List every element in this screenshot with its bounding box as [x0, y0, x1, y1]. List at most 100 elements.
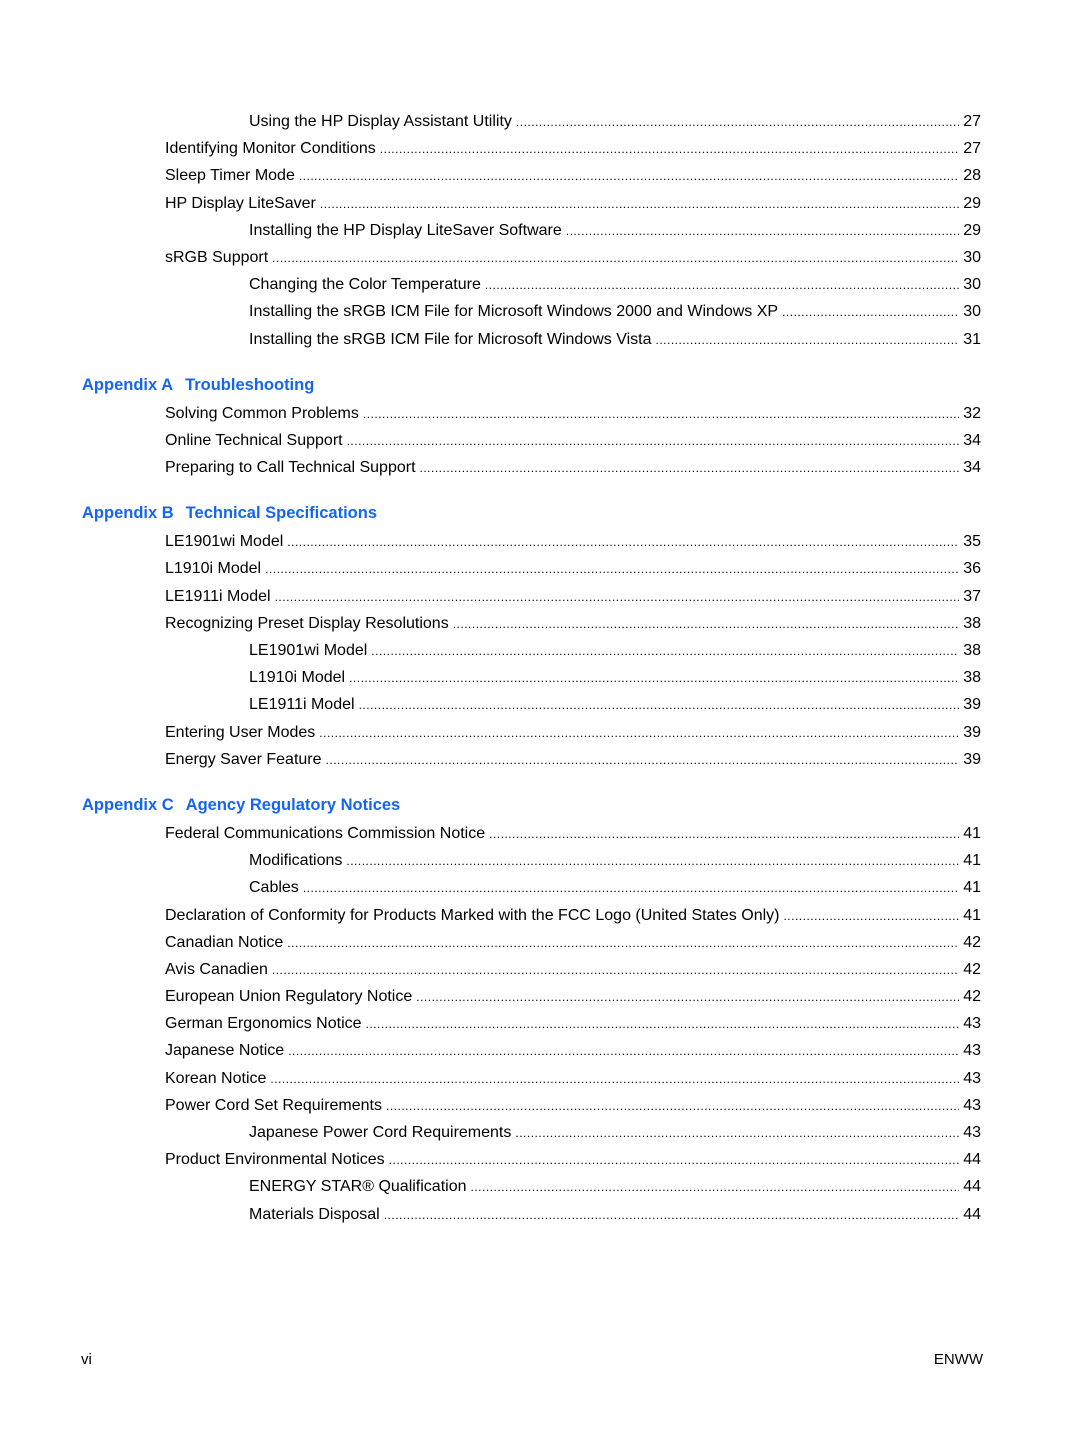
toc-entry-title: LE1901wi Model	[165, 533, 284, 551]
toc-entry[interactable]: German Ergonomics Notice 43	[0, 1010, 981, 1037]
toc-entry-page: 37	[963, 587, 981, 605]
toc-entry[interactable]: Canadian Notice 42	[0, 929, 981, 956]
toc-entry-title: Canadian Notice	[165, 933, 284, 951]
toc-entry[interactable]: Korean Notice 43	[0, 1065, 981, 1092]
toc-entry-page: 43	[963, 1124, 981, 1141]
toc-entry-page: 38	[963, 642, 981, 659]
toc-entry[interactable]: LE1901wi Model 38	[0, 637, 981, 664]
toc-entry[interactable]: Power Cord Set Requirements 43	[0, 1092, 981, 1119]
toc-entry-page: 27	[963, 140, 981, 158]
toc-entry[interactable]: Japanese Notice 43	[0, 1037, 981, 1064]
toc-entry-title: German Ergonomics Notice	[165, 1015, 362, 1033]
dot-leader	[288, 1038, 959, 1065]
toc-entry[interactable]: Identifying Monitor Conditions 27	[0, 135, 981, 162]
appendix-heading[interactable]: Appendix C Agency Regulatory Notices	[0, 791, 1080, 820]
dot-leader	[275, 584, 960, 611]
toc-entry[interactable]: Modifications 41	[0, 847, 981, 874]
toc-entry-page: 31	[963, 330, 981, 348]
dot-leader	[359, 692, 960, 719]
appendix-label: Appendix A	[82, 375, 174, 394]
dot-leader	[371, 638, 959, 665]
dot-leader	[303, 875, 959, 902]
toc-entry-page: 41	[963, 879, 981, 897]
footer-page-number: vi	[81, 1351, 92, 1368]
toc-entry-page: 29	[963, 221, 981, 239]
toc-entry-title: Declaration of Conformity for Products M…	[165, 906, 780, 924]
toc-entry[interactable]: Avis Canadien 42	[0, 956, 981, 983]
toc-entry-title: Federal Communications Commission Notice	[165, 824, 486, 842]
toc-entry[interactable]: ENERGY STAR® Qualification 44	[0, 1173, 981, 1200]
toc-entry-title: Japanese Power Cord Requirements	[249, 1124, 512, 1141]
toc-entry[interactable]: Sleep Timer Mode 28	[0, 162, 981, 189]
toc-entry[interactable]: Japanese Power Cord Requirements 43	[0, 1119, 981, 1146]
dot-leader	[287, 930, 959, 957]
toc-entry[interactable]: HP Display LiteSaver 29	[0, 190, 981, 217]
toc-entry-page: 38	[963, 669, 981, 687]
toc-entry[interactable]: Solving Common Problems 32	[0, 400, 981, 427]
toc-entry[interactable]: Cables 41	[0, 874, 981, 901]
toc-entry[interactable]: Declaration of Conformity for Products M…	[0, 902, 981, 929]
toc-entry-title: HP Display LiteSaver	[165, 194, 316, 212]
toc-entry-page: 39	[963, 723, 981, 741]
appendix-heading[interactable]: Appendix A Troubleshooting	[0, 371, 1080, 400]
dot-leader	[272, 957, 959, 984]
toc-entry[interactable]: LE1911i Model 37	[0, 583, 981, 610]
toc-entry-title: Changing the Color Temperature	[249, 276, 481, 294]
footer-doc-code: ENWW	[933, 1351, 983, 1368]
toc-entry[interactable]: Product Environmental Notices 44	[0, 1146, 981, 1173]
toc-entry[interactable]: Materials Disposal 44	[0, 1201, 981, 1228]
toc-entry[interactable]: Energy Saver Feature 39	[0, 746, 981, 773]
toc-entry-page: 41	[963, 852, 981, 870]
toc-entry-title: Energy Saver Feature	[165, 750, 322, 768]
toc-entry[interactable]: Online Technical Support 34	[0, 427, 981, 454]
toc-entry[interactable]: Installing the sRGB ICM File for Microso…	[0, 298, 981, 325]
toc-entry[interactable]: European Union Regulatory Notice 42	[0, 983, 981, 1010]
dot-leader	[326, 747, 960, 774]
toc-entry-title: Avis Canadien	[165, 960, 268, 978]
table-of-contents: Using the HP Display Assistant Utility 27…	[0, 108, 1080, 1228]
dot-leader	[349, 665, 959, 692]
toc-entry-page: 38	[963, 614, 981, 632]
toc-entry-page: 44	[963, 1205, 981, 1223]
dot-leader	[320, 191, 959, 218]
appendix-title: Technical Specifications	[185, 504, 378, 523]
toc-entry[interactable]: Preparing to Call Technical Support 34	[0, 454, 981, 481]
dot-leader	[471, 1174, 960, 1201]
toc-entry-title: Solving Common Problems	[165, 404, 359, 422]
toc-entry-title: Identifying Monitor Conditions	[165, 140, 376, 158]
toc-entry-page: 41	[963, 824, 981, 842]
dot-leader	[347, 428, 960, 455]
toc-entry-page: 35	[963, 533, 981, 551]
dot-leader	[386, 1093, 959, 1120]
toc-entry-page: 43	[963, 1069, 981, 1087]
dot-leader	[319, 720, 959, 747]
toc-entry[interactable]: sRGB Support 30	[0, 244, 981, 271]
toc-entry-title: LE1901wi Model	[249, 642, 368, 659]
dot-leader	[489, 821, 959, 848]
appendix-label: Appendix B	[82, 504, 174, 523]
toc-entry[interactable]: Changing the Color Temperature 30	[0, 271, 981, 298]
dot-leader	[265, 556, 959, 583]
toc-entry[interactable]: Installing the sRGB ICM File for Microso…	[0, 326, 981, 353]
toc-entry[interactable]: Installing the HP Display LiteSaver Soft…	[0, 217, 981, 244]
toc-entry[interactable]: Entering User Modes 39	[0, 719, 981, 746]
dot-leader	[656, 327, 960, 354]
toc-entry[interactable]: L1910i Model 36	[0, 555, 981, 582]
toc-entry-page: 42	[963, 988, 981, 1006]
toc-entry-title: Installing the sRGB ICM File for Microso…	[249, 303, 779, 321]
toc-entry-page: 34	[963, 459, 981, 477]
dot-leader	[363, 401, 959, 428]
dot-leader	[380, 136, 959, 163]
toc-entry-title: Using the HP Display Assistant Utility	[249, 113, 512, 130]
dot-leader	[485, 272, 959, 299]
toc-entry[interactable]: LE1911i Model 39	[0, 691, 981, 718]
toc-entry[interactable]: LE1901wi Model 35	[0, 528, 981, 555]
dot-leader	[272, 245, 959, 272]
toc-entry-title: Product Environmental Notices	[165, 1151, 385, 1169]
toc-entry[interactable]: Federal Communications Commission Notice…	[0, 820, 981, 847]
toc-entry[interactable]: L1910i Model 38	[0, 664, 981, 691]
toc-entry-page: 36	[963, 560, 981, 578]
toc-entry[interactable]: Recognizing Preset Display Resolutions 38	[0, 610, 981, 637]
appendix-heading[interactable]: Appendix B Technical Specifications	[0, 499, 1080, 528]
toc-entry[interactable]: Using the HP Display Assistant Utility 27	[0, 108, 981, 135]
